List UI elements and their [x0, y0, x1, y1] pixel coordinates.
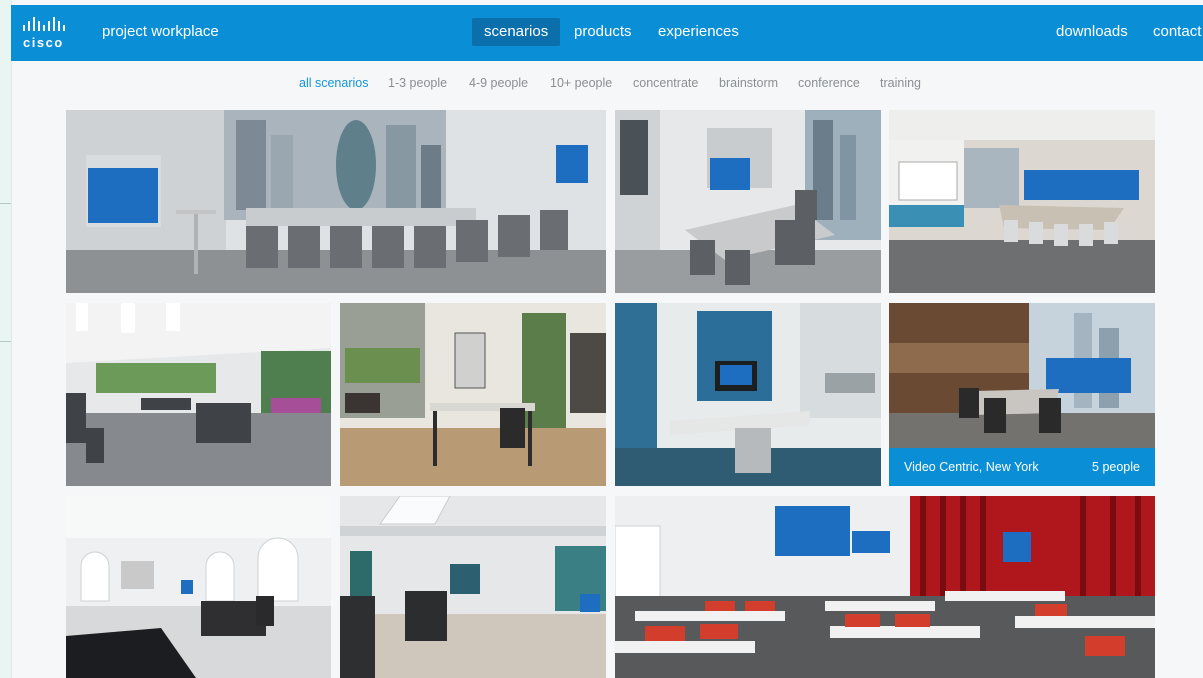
left-edge-panel — [0, 0, 12, 678]
scenario-tile-atrium[interactable] — [340, 496, 606, 678]
atrium-image — [340, 496, 606, 678]
logo-wordmark: cisco — [23, 35, 64, 50]
nav-products[interactable]: products — [562, 18, 644, 46]
training-room-image — [615, 496, 1155, 678]
cisco-bridge-icon: cisco — [23, 17, 65, 50]
caption-people-count: 5 people — [1092, 460, 1140, 474]
filter-brainstorm[interactable]: brainstorm — [719, 76, 778, 90]
scenario-tile-open-plan[interactable] — [66, 303, 331, 486]
executive-office-image — [66, 496, 331, 678]
nav-downloads[interactable]: downloads — [1044, 18, 1140, 46]
brand-title[interactable]: project workplace — [102, 23, 219, 40]
edge-rule — [0, 203, 11, 204]
scenario-tile-focus-room[interactable] — [615, 303, 881, 486]
filter-10-plus-people[interactable]: 10+ people — [550, 76, 612, 90]
scenario-tile-training-room[interactable] — [615, 496, 1155, 678]
top-navigation-bar: cisco project workplace scenarios produc… — [11, 5, 1203, 61]
filter-training[interactable]: training — [880, 76, 921, 90]
scenario-tile-boardroom[interactable] — [66, 110, 606, 293]
filter-all-scenarios[interactable]: all scenarios — [299, 76, 368, 90]
home-office-image — [340, 303, 606, 486]
filter-conference[interactable]: conference — [798, 76, 860, 90]
caption-scenario-name: Video Centric, New York — [904, 460, 1039, 474]
scenario-filter-bar: all scenarios 1-3 people 4-9 people 10+ … — [0, 76, 1203, 96]
scenario-tile-video-centric[interactable]: Video Centric, New York 5 people — [889, 303, 1155, 486]
nav-scenarios[interactable]: scenarios — [472, 18, 561, 46]
meeting-room-image — [615, 110, 881, 293]
filter-4-9-people[interactable]: 4-9 people — [469, 76, 528, 90]
scenario-tile-meeting-room[interactable] — [615, 110, 881, 293]
scenario-tile-home-office[interactable] — [340, 303, 606, 486]
tile-caption: Video Centric, New York 5 people — [889, 448, 1155, 486]
cisco-logo[interactable]: cisco — [22, 16, 78, 50]
focus-room-image — [615, 303, 881, 486]
filter-1-3-people[interactable]: 1-3 people — [388, 76, 447, 90]
open-plan-image — [66, 303, 331, 486]
filter-concentrate[interactable]: concentrate — [633, 76, 698, 90]
nav-experiences[interactable]: experiences — [646, 18, 751, 46]
scenario-tile-executive-office[interactable] — [66, 496, 331, 678]
boardroom-image — [66, 110, 606, 293]
edge-rule — [0, 341, 11, 342]
conference-image — [889, 110, 1155, 293]
nav-contact[interactable]: contact — [1141, 18, 1203, 46]
scenario-tile-conference[interactable] — [889, 110, 1155, 293]
